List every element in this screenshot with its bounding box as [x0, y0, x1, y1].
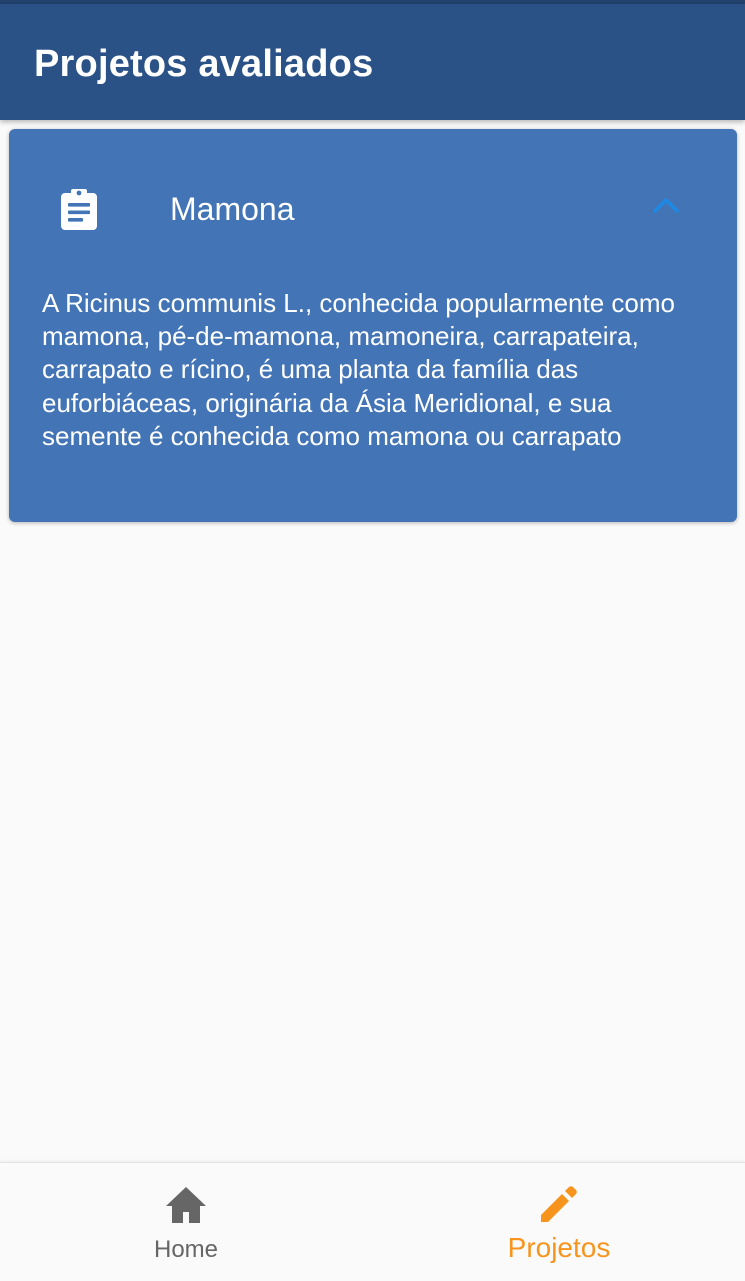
project-card-header[interactable]: Mamona — [9, 129, 737, 289]
home-icon — [166, 1187, 206, 1223]
chevron-up-icon[interactable] — [651, 194, 681, 216]
bottom-navigation: Home Projetos — [0, 1162, 745, 1281]
nav-item-projetos[interactable]: Projetos — [373, 1163, 745, 1281]
clipboard-icon — [61, 189, 97, 230]
nav-item-home[interactable]: Home — [0, 1163, 372, 1281]
project-title: Mamona — [170, 191, 295, 227]
project-card: Mamona A Ricinus communis L., conhecida … — [9, 129, 737, 522]
app-bar: Projetos avaliados — [0, 4, 745, 120]
project-description: A Ricinus communis L., conhecida popular… — [42, 288, 675, 451]
pencil-icon — [541, 1186, 577, 1222]
nav-label-home: Home — [153, 1236, 219, 1263]
page-title: Projetos avaliados — [34, 43, 374, 85]
nav-label-projetos: Projetos — [507, 1232, 611, 1263]
